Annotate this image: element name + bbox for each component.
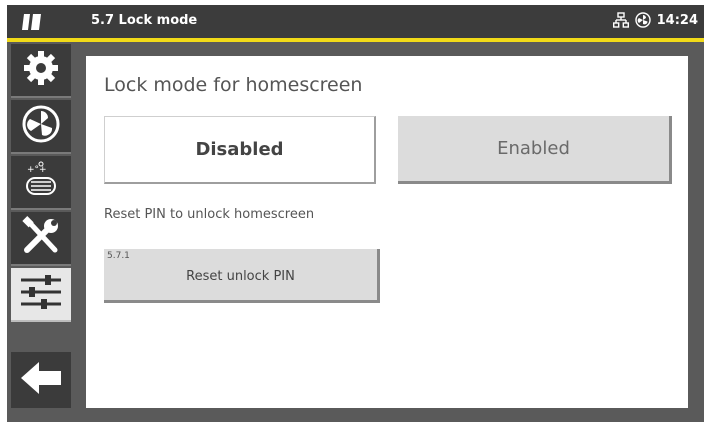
sidebar-item-filter[interactable]: +°+ bbox=[11, 156, 71, 210]
sidebar-item-settings[interactable] bbox=[11, 44, 71, 98]
sidebar: +°+ bbox=[7, 42, 71, 412]
sliders-icon bbox=[19, 272, 63, 317]
enabled-option-button[interactable]: Enabled bbox=[398, 116, 672, 184]
reset-pin-description: Reset PIN to unlock homescreen bbox=[104, 207, 315, 222]
fan-icon bbox=[21, 104, 61, 149]
sidebar-item-back[interactable] bbox=[11, 352, 71, 408]
section-heading: Lock mode for homescreen bbox=[104, 74, 363, 96]
arrow-left-icon bbox=[19, 358, 63, 403]
network-icon bbox=[612, 12, 629, 28]
main-panel: Lock mode for homescreen Disabled Enable… bbox=[86, 56, 688, 408]
top-bar: 5.7 Lock mode 14:24 bbox=[7, 5, 704, 38]
menu-number: 5.7.1 bbox=[107, 251, 130, 261]
fan-status-icon bbox=[634, 12, 651, 28]
filter-icon: +°+ bbox=[21, 160, 61, 205]
sidebar-item-fan[interactable] bbox=[11, 100, 71, 154]
clock: 14:24 bbox=[656, 12, 698, 28]
status-area: 14:24 bbox=[612, 12, 698, 28]
app-logo-icon bbox=[21, 12, 43, 32]
page-title: 5.7 Lock mode bbox=[91, 13, 198, 28]
disabled-option-button[interactable]: Disabled bbox=[104, 116, 376, 184]
accent-bar bbox=[7, 38, 704, 42]
svg-text:+°+: +°+ bbox=[27, 165, 47, 175]
sidebar-item-service[interactable] bbox=[11, 212, 71, 266]
enabled-option-label: Enabled bbox=[497, 138, 570, 159]
tools-icon bbox=[21, 215, 61, 261]
reset-unlock-pin-label: Reset unlock PIN bbox=[186, 269, 295, 284]
reset-unlock-pin-button[interactable]: 5.7.1 Reset unlock PIN bbox=[104, 249, 380, 303]
disabled-option-label: Disabled bbox=[195, 139, 284, 160]
gear-icon bbox=[21, 48, 61, 93]
sidebar-item-adjustments[interactable] bbox=[11, 268, 71, 322]
